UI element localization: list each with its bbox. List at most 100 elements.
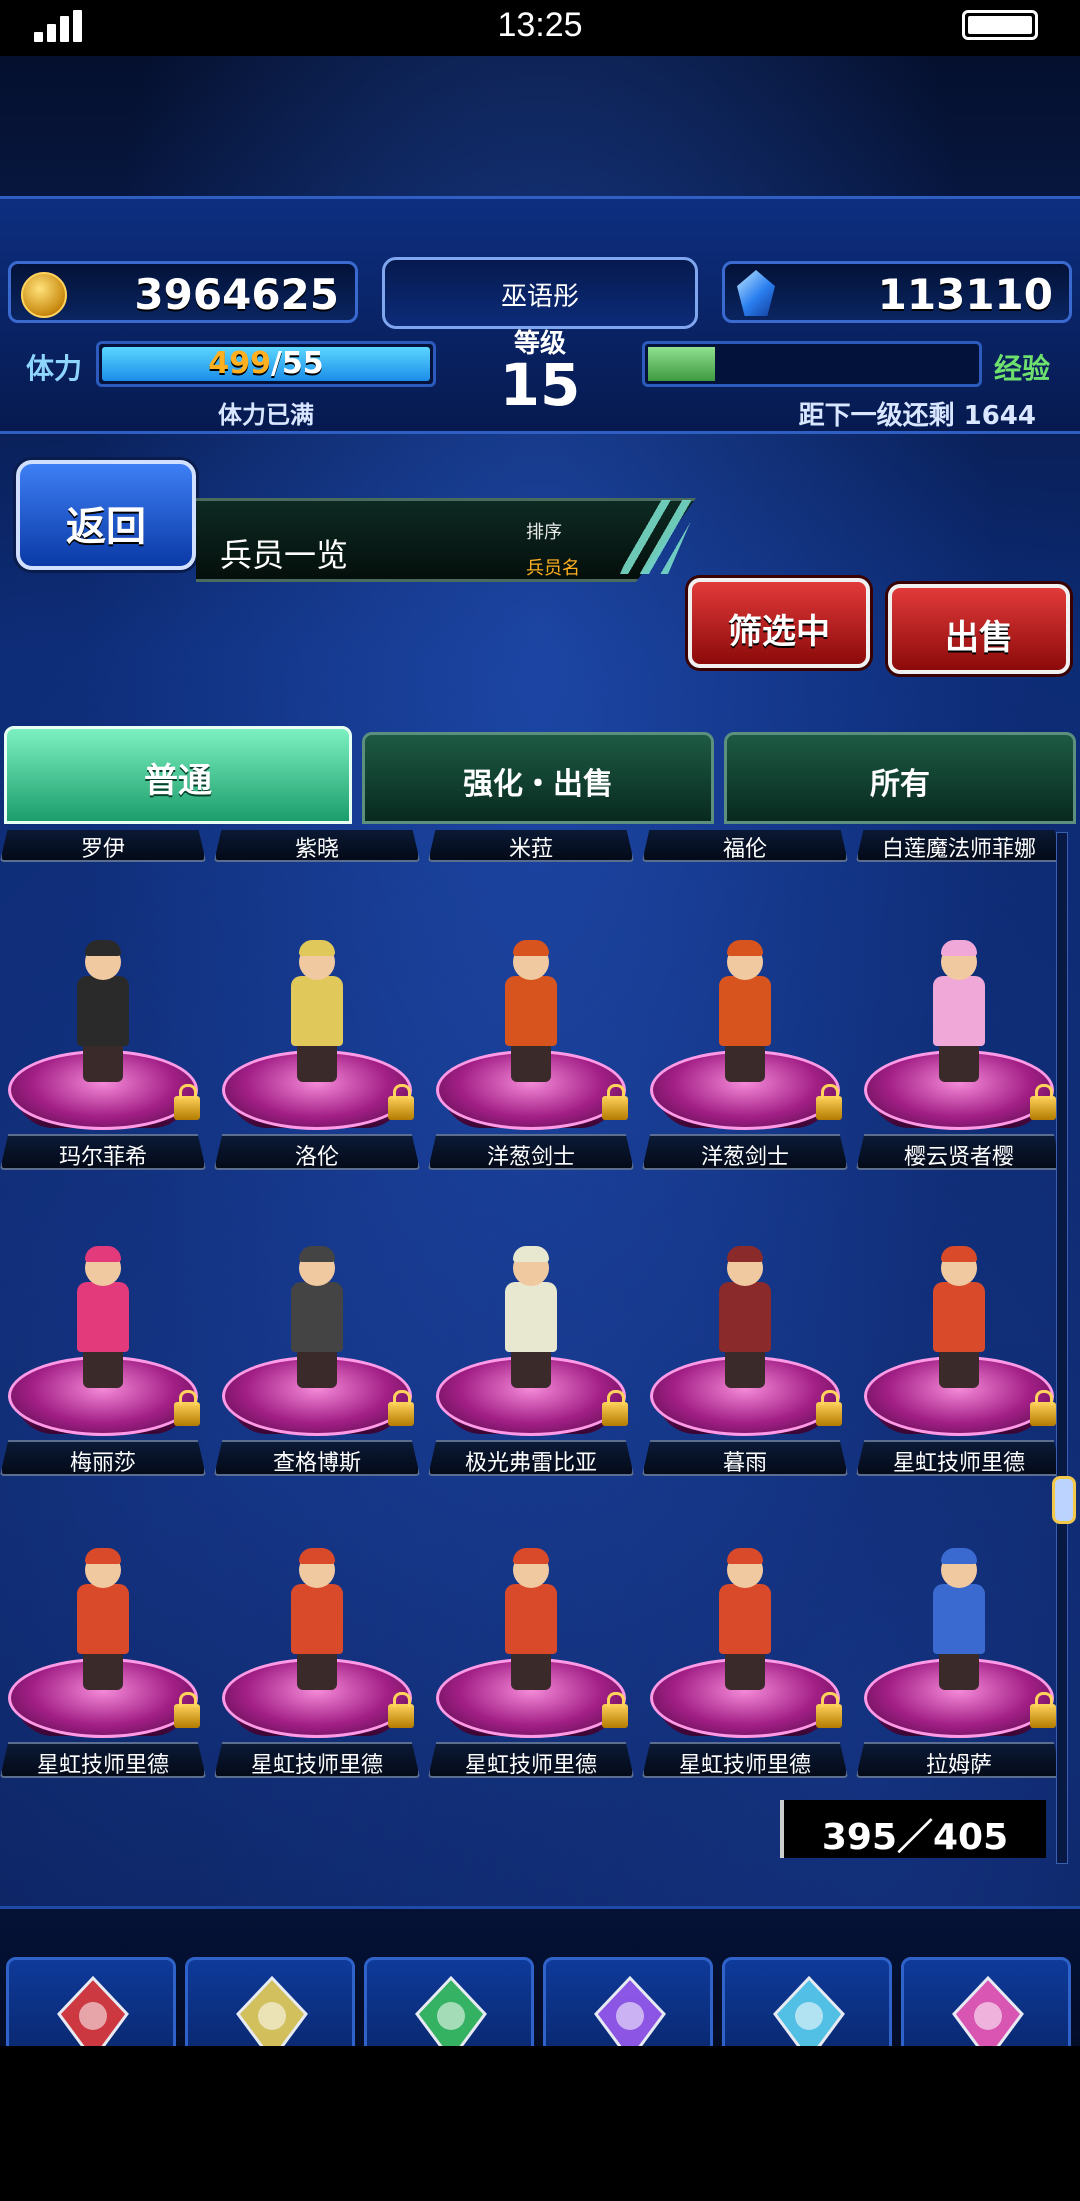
unit-name-plate[interactable]: 福伦 (642, 830, 848, 862)
sprite-body (505, 1584, 557, 1654)
lock-icon (816, 1692, 842, 1728)
lock-icon (602, 1390, 628, 1426)
unit-sprite (705, 1246, 785, 1390)
unit-sprite (63, 1246, 143, 1390)
unit-name-plate[interactable]: 米菈 (428, 830, 634, 862)
tab-all[interactable]: 所有 (724, 732, 1076, 824)
back-button-label: 返回 (66, 504, 146, 550)
tab-normal-label: 普通 (144, 761, 212, 801)
back-button[interactable]: 返回 (16, 460, 196, 570)
unit-card[interactable]: 洋葱剑士 (642, 874, 848, 1174)
unit-sprite (705, 1548, 785, 1692)
partial-unit-row: 罗伊 紫晓 米菈 福伦 白莲魔法师菲娜 (0, 830, 1066, 864)
sprite-legs (83, 1652, 123, 1690)
lapis-gem-icon (737, 270, 775, 316)
exp-label: 经验 (994, 352, 1051, 385)
unit-name-plate: 星虹技师里德 (214, 1742, 420, 1778)
sprite-hair (727, 1548, 763, 1564)
unit-card[interactable]: 洋葱剑士 (428, 874, 634, 1174)
unit-card[interactable]: 星虹技师里德 (214, 1482, 420, 1782)
sprite-legs (83, 1044, 123, 1082)
friends-icon (948, 1974, 1028, 2046)
unit-card[interactable]: 拉姆萨 (856, 1482, 1062, 1782)
sprite-legs (939, 1350, 979, 1388)
sprite-legs (939, 1652, 979, 1690)
nav-item-3[interactable]: 商店 (543, 1957, 713, 2046)
player-name: 巫语彤 (500, 282, 579, 312)
sort-value[interactable]: 兵员名 (526, 554, 580, 580)
sword-icon (53, 1974, 133, 2046)
tab-normal[interactable]: 普通 (4, 726, 352, 824)
unit-card[interactable]: 暮雨 (642, 1180, 848, 1480)
unit-name: 樱云贤者樱 (903, 1145, 1014, 1170)
shop-icon (590, 1974, 670, 2046)
unit-card[interactable]: 极光弗雷比亚 (428, 1180, 634, 1480)
unit-name-plate[interactable]: 罗伊 (0, 830, 206, 862)
stamina-note: 体力已满 (218, 401, 314, 429)
nav-item-1[interactable]: 兵员 (185, 1957, 355, 2046)
unit-name-plate[interactable]: 紫晓 (214, 830, 420, 862)
lock-icon (1030, 1692, 1056, 1728)
unit-card[interactable]: 查格博斯 (214, 1180, 420, 1480)
status-bar: 13:25 (0, 0, 1080, 56)
sprite-body (77, 976, 129, 1046)
sprite-hair (85, 1246, 121, 1262)
nav-item-0[interactable]: 首页 (6, 1957, 176, 2046)
unit-name: 福伦 (722, 837, 767, 862)
sprite-legs (511, 1652, 551, 1690)
nav-item-5[interactable]: 好友 (901, 1957, 1071, 2046)
lock-icon (388, 1084, 414, 1120)
unit-name: 梅丽莎 (69, 1451, 136, 1476)
unit-name: 玛尔菲希 (58, 1145, 147, 1170)
unit-name: 白莲魔法师菲娜 (881, 837, 1036, 862)
unit-name-plate: 星虹技师里德 (428, 1742, 634, 1778)
unit-card[interactable]: 星虹技师里德 (428, 1482, 634, 1782)
unit-sprite (63, 940, 143, 1084)
unit-sprite (277, 1548, 357, 1692)
sell-button[interactable]: 出售 (888, 584, 1070, 674)
potion-icon (411, 1974, 491, 2046)
unit-sprite (919, 1548, 999, 1692)
clock: 13:25 (497, 6, 583, 44)
unit-name-plate[interactable]: 白莲魔法师菲娜 (856, 830, 1062, 862)
unit-card[interactable]: 梅丽莎 (0, 1180, 206, 1480)
sprite-legs (297, 1652, 337, 1690)
sprite-hair (299, 1548, 335, 1564)
filter-button[interactable]: 筛选中 (688, 578, 870, 668)
unit-sprite (919, 940, 999, 1084)
sprite-body (291, 1282, 343, 1352)
gem-counter: 113110 (722, 261, 1072, 323)
sprite-body (933, 1584, 985, 1654)
sprite-legs (297, 1350, 337, 1388)
unit-card[interactable]: 星虹技师里德 (856, 1180, 1062, 1480)
sprite-hair (941, 1548, 977, 1564)
unit-sprite (277, 940, 357, 1084)
tab-enhance-sell[interactable]: 强化・出售 (362, 732, 714, 824)
nav-item-4[interactable]: 召唤 (722, 1957, 892, 2046)
lock-icon (816, 1390, 842, 1426)
unit-grid: 罗伊 紫晓 米菈 福伦 白莲魔法师菲娜 玛尔菲希 洛伦 洋葱剑士 洋葱剑士 樱云贤者樱 梅丽莎 查格… (0, 830, 1066, 1870)
unit-card[interactable]: 玛尔菲希 (0, 874, 206, 1174)
unit-card[interactable]: 洛伦 (214, 874, 420, 1174)
lock-icon (816, 1084, 842, 1120)
sprite-legs (83, 1350, 123, 1388)
sprite-legs (725, 1350, 765, 1388)
scrollbar-handle[interactable] (1052, 1476, 1076, 1524)
unit-name: 星虹技师里德 (892, 1451, 1025, 1476)
sell-button-label: 出售 (945, 618, 1013, 658)
sprite-hair (299, 940, 335, 956)
unit-sprite (491, 940, 571, 1084)
nav-item-2[interactable]: 道具 (364, 1957, 534, 2046)
unit-card[interactable]: 星虹技师里德 (0, 1482, 206, 1782)
stamina-max: /55 (270, 346, 324, 381)
sprite-body (505, 976, 557, 1046)
sprite-legs (725, 1044, 765, 1082)
unit-sprite (491, 1548, 571, 1692)
exp-note: 距下一级还剩 1644 (798, 401, 1036, 431)
sprite-body (719, 1282, 771, 1352)
unit-card[interactable]: 樱云贤者樱 (856, 874, 1062, 1174)
sprite-body (291, 1584, 343, 1654)
scrollbar-track[interactable] (1056, 832, 1068, 1864)
unit-card[interactable]: 星虹技师里德 (642, 1482, 848, 1782)
sort-label[interactable]: 排序 (526, 518, 562, 544)
